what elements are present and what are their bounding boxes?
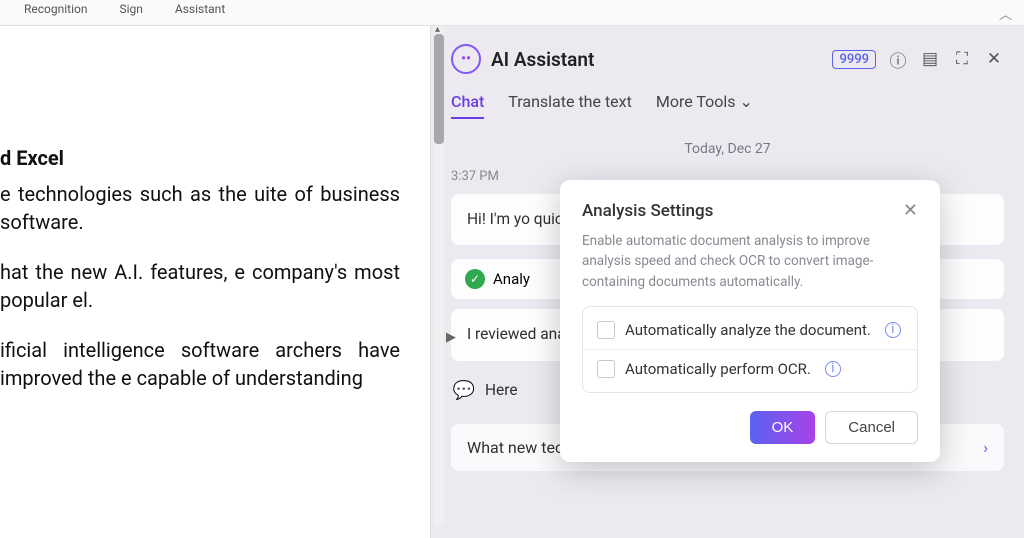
info-icon[interactable]: i: [885, 322, 901, 338]
dialog-title: Analysis Settings: [582, 201, 713, 221]
document-viewer: d Excel e technologies such as the uite …: [0, 26, 430, 538]
ai-logo-icon: ••: [451, 44, 481, 74]
doc-paragraph: hat the new A.I. features, e company's m…: [0, 258, 400, 314]
ok-button[interactable]: OK: [750, 411, 816, 444]
status-label: Analy: [493, 270, 530, 288]
checkbox[interactable]: [597, 360, 615, 378]
suggestion-label: Here: [485, 379, 518, 402]
toolbar-item-recognition[interactable]: Recognition: [20, 0, 91, 18]
info-icon[interactable]: i: [825, 361, 841, 377]
panel-expand-handle[interactable]: ▶: [446, 330, 458, 345]
chat-date: Today, Dec 27: [451, 141, 1004, 157]
collapse-caret-icon[interactable]: ︿: [999, 4, 1012, 23]
close-icon[interactable]: ✕: [903, 200, 918, 221]
dialog-description: Enable automatic document analysis to im…: [582, 231, 918, 292]
toolbar-item-assistant[interactable]: Assistant: [171, 0, 229, 18]
doc-paragraph: ificial intelligence software archers ha…: [0, 336, 400, 392]
option-auto-ocr[interactable]: Automatically perform OCR. i: [583, 349, 917, 388]
checkbox[interactable]: [597, 321, 615, 339]
doc-heading: d Excel: [0, 146, 400, 170]
scrollbar-track[interactable]: ▴: [434, 26, 444, 526]
history-icon[interactable]: ▤: [920, 49, 940, 69]
option-label: Automatically analyze the document.: [625, 321, 871, 339]
checkmark-icon: ✓: [465, 269, 485, 289]
option-label: Automatically perform OCR.: [625, 360, 811, 378]
credits-badge[interactable]: 9999: [832, 50, 876, 69]
tab-more-tools[interactable]: More Tools ⌄: [656, 92, 753, 119]
options-group: Automatically analyze the document. i Au…: [582, 306, 918, 393]
chat-bubble-icon: 💬: [453, 379, 475, 401]
close-icon[interactable]: ✕: [984, 49, 1004, 69]
chevron-down-icon: ⌄: [740, 92, 753, 111]
analysis-settings-dialog: Analysis Settings ✕ Enable automatic doc…: [560, 180, 940, 462]
tab-translate[interactable]: Translate the text: [508, 92, 632, 119]
tab-chat[interactable]: Chat: [451, 92, 484, 119]
app-toolbar: Recognition Sign Assistant ︿: [0, 0, 1024, 26]
option-auto-analyze[interactable]: Automatically analyze the document. i: [583, 311, 917, 349]
toolbar-item-sign[interactable]: Sign: [115, 0, 146, 18]
scrollbar-thumb[interactable]: [434, 34, 444, 144]
info-icon[interactable]: ⓘ: [888, 49, 908, 69]
chevron-right-icon: ›: [983, 438, 988, 457]
expand-icon[interactable]: ⛶: [952, 49, 972, 69]
panel-title: AI Assistant: [491, 48, 594, 71]
ai-tabs: Chat Translate the text More Tools ⌄: [451, 92, 1004, 119]
cancel-button[interactable]: Cancel: [825, 411, 918, 444]
doc-paragraph: e technologies such as the uite of busin…: [0, 180, 400, 236]
